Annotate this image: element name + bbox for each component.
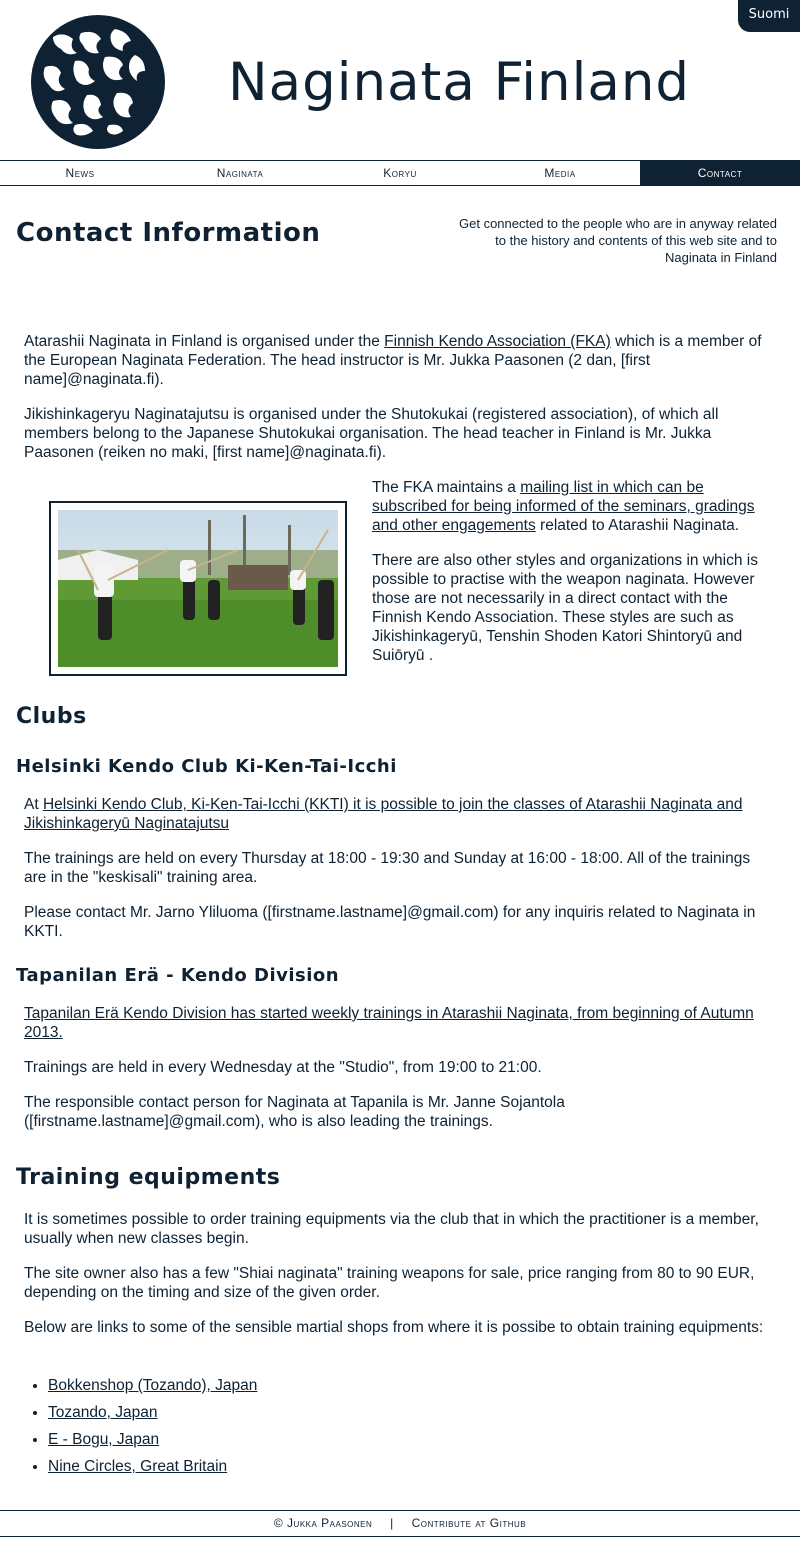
naginata-kanji-logo-icon[interactable] <box>31 15 165 149</box>
mailing-list-paragraph: The FKA maintains a mailing list in whic… <box>372 478 772 535</box>
nav-item-media[interactable]: Media <box>480 161 640 185</box>
main-navigation: News Naginata Koryu Media Contact <box>0 160 800 186</box>
kkti-heading: Helsinki Kendo Club Ki-Ken-Tai-Icchi <box>16 756 397 777</box>
list-item: Bokkenshop (Tozando), Japan <box>48 1376 257 1403</box>
fka-paragraph: Atarashii Naginata in Finland is organis… <box>24 332 776 389</box>
tapanila-contact-paragraph: The responsible contact person for Nagin… <box>24 1094 565 1130</box>
language-toggle-button[interactable]: Suomi <box>738 0 800 32</box>
tapanila-intro-paragraph: Tapanilan Erä Kendo Division has started… <box>24 1004 776 1042</box>
site-title: Naginata Finland <box>228 52 691 113</box>
kkti-contact-paragraph: Please contact Mr. Jarno Yliluoma ([firs… <box>24 904 756 940</box>
kkti-link[interactable]: Helsinki Kendo Club, Ki-Ken-Tai-Icchi (K… <box>24 796 743 832</box>
training-photo-image <box>58 510 338 667</box>
equipment-shops-intro: Below are links to some of the sensible … <box>24 1319 764 1336</box>
equipment-heading: Training equipments <box>16 1165 281 1190</box>
shop-link-nine-circles[interactable]: Nine Circles, Great Britain <box>48 1458 227 1475</box>
kkti-text-before: At <box>24 796 43 813</box>
shop-link-tozando[interactable]: Tozando, Japan <box>48 1404 157 1421</box>
shop-link-bokkenshop[interactable]: Bokkenshop (Tozando), Japan <box>48 1377 257 1394</box>
footer-separator: | <box>390 1516 394 1530</box>
mailing-text-before: The FKA maintains a <box>372 479 521 496</box>
page-intro: Get connected to the people who are in a… <box>459 216 777 265</box>
footer: © Jukka Paasonen | Contribute at Github <box>0 1510 800 1537</box>
equipment-sale-paragraph: The site owner also has a few "Shiai nag… <box>24 1265 755 1301</box>
shop-link-ebogu[interactable]: E - Bogu, Japan <box>48 1431 159 1448</box>
kkti-schedule-paragraph: The trainings are held on every Thursday… <box>24 850 751 886</box>
fka-text-before: Atarashii Naginata in Finland is organis… <box>24 333 385 350</box>
kkti-intro-paragraph: At Helsinki Kendo Club, Ki-Ken-Tai-Icchi… <box>24 795 776 833</box>
nav-item-naginata[interactable]: Naginata <box>160 161 320 185</box>
list-item: Tozando, Japan <box>48 1403 257 1430</box>
nav-item-koryu[interactable]: Koryu <box>320 161 480 185</box>
tapanila-heading: Tapanilan Erä - Kendo Division <box>16 965 340 986</box>
equipment-order-paragraph: It is sometimes possible to order traini… <box>24 1211 759 1247</box>
mailing-text-after: related to Atarashii Naginata. <box>535 517 740 534</box>
other-styles-paragraph: There are also other styles and organiza… <box>372 552 758 664</box>
shutokukai-paragraph: Jikishinkageryu Naginatajutsu is organis… <box>24 406 719 461</box>
tapanila-schedule-paragraph: Trainings are held in every Wednesday at… <box>24 1059 542 1076</box>
fka-link[interactable]: Finnish Kendo Association (FKA) <box>384 333 611 350</box>
nav-item-contact[interactable]: Contact <box>640 161 800 185</box>
nav-item-news[interactable]: News <box>0 161 160 185</box>
shop-list: Bokkenshop (Tozando), Japan Tozando, Jap… <box>48 1376 257 1484</box>
training-photo <box>49 501 347 676</box>
clubs-heading: Clubs <box>16 704 87 729</box>
list-item: E - Bogu, Japan <box>48 1430 257 1457</box>
list-item: Nine Circles, Great Britain <box>48 1457 257 1484</box>
page-title: Contact Information <box>16 218 321 248</box>
github-link[interactable]: Contribute at Github <box>412 1516 527 1530</box>
tapanila-link[interactable]: Tapanilan Erä Kendo Division has started… <box>24 1005 754 1041</box>
copyright-link[interactable]: © Jukka Paasonen <box>274 1516 372 1530</box>
